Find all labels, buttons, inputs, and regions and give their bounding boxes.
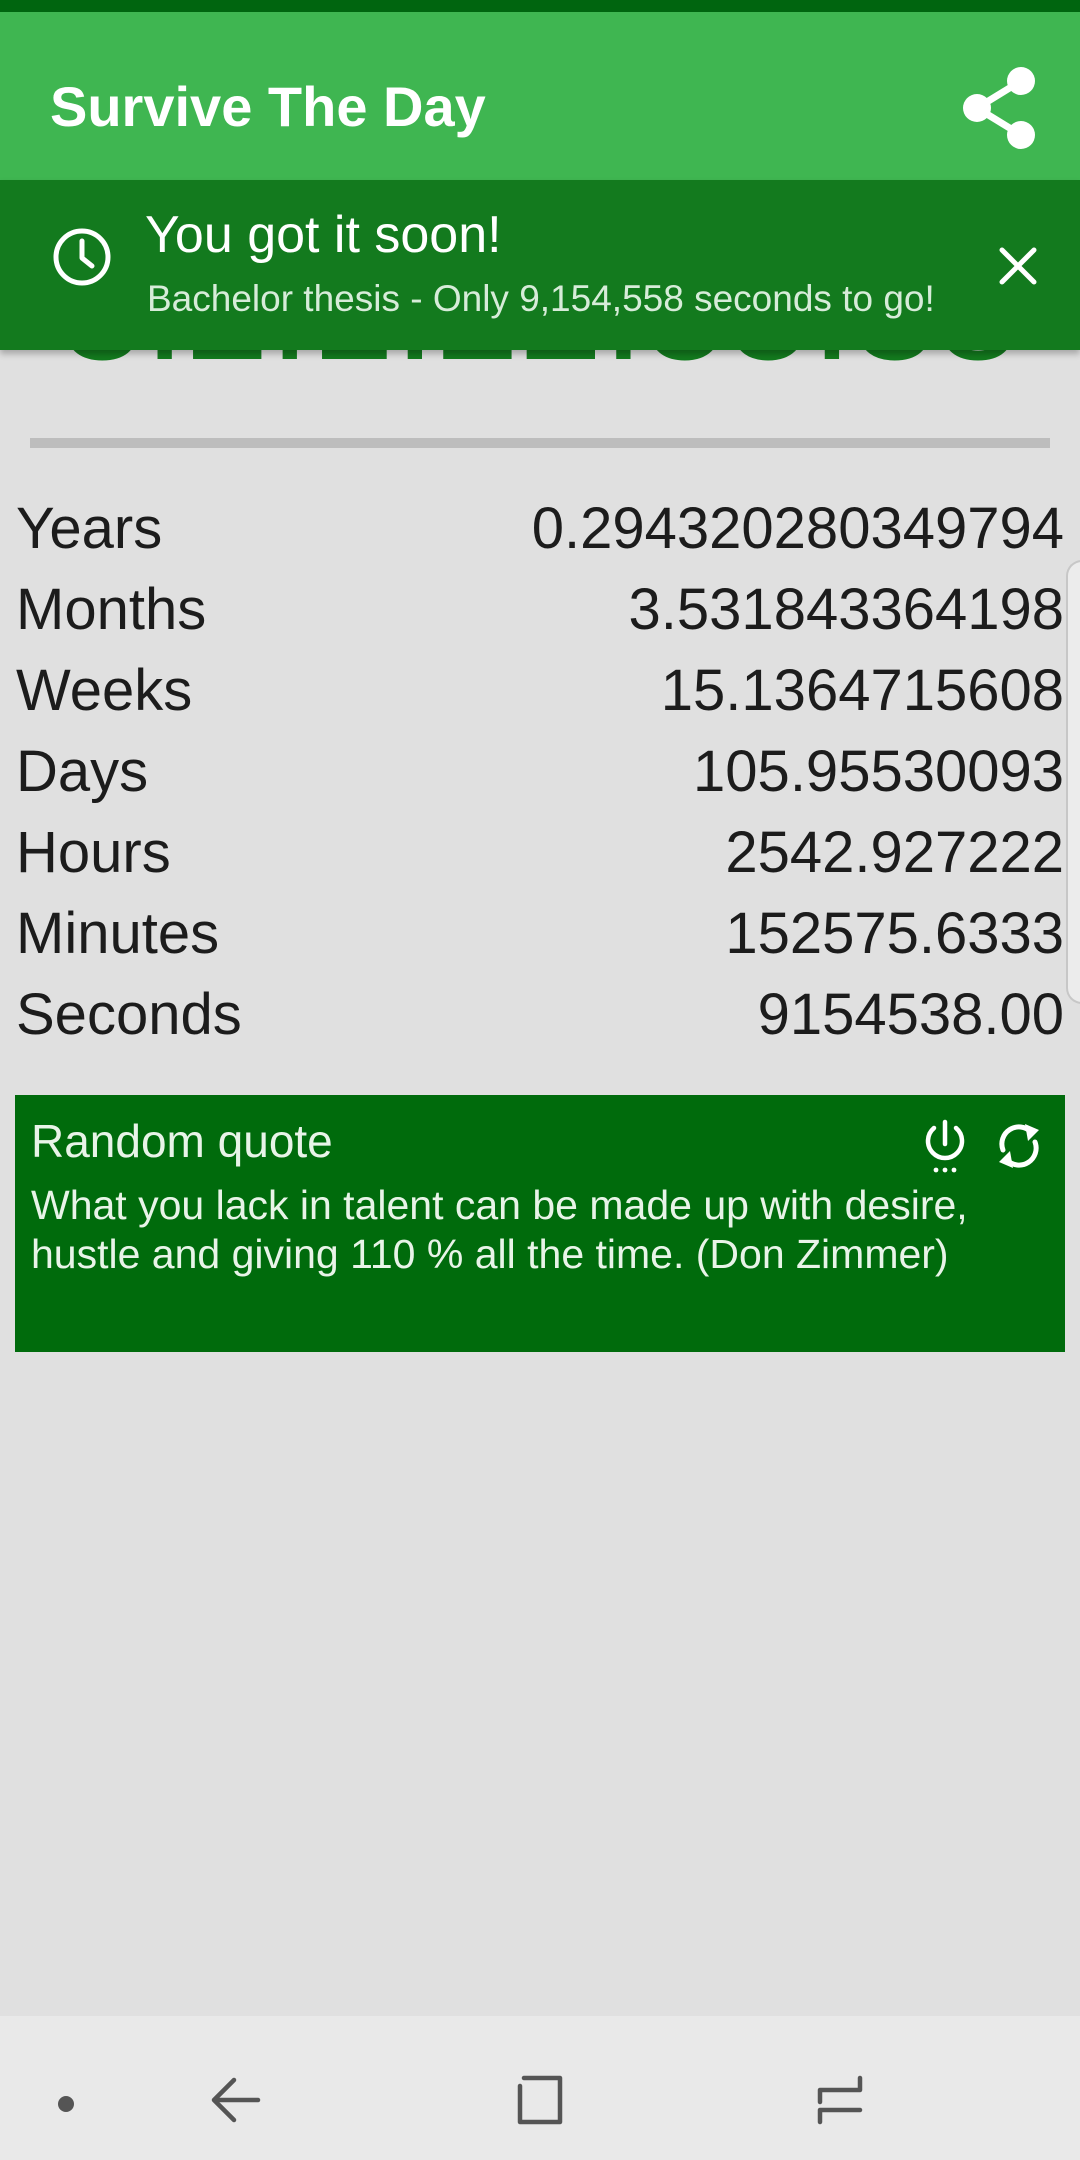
status-bar [0,0,1080,12]
quote-refresh-button[interactable] [989,1115,1049,1177]
back-icon [211,2077,261,2123]
stats-list: Years 0.294320280349794 Months 3.5318433… [16,488,1064,1055]
recents-button[interactable] [800,2060,880,2140]
refresh-icon [999,1124,1039,1168]
stat-label: Hours [16,820,171,885]
share-icon [963,67,1035,149]
stat-row-seconds: Seconds 9154538.00 [16,974,1064,1055]
recents-icon [817,2075,863,2125]
stat-row-minutes: Minutes 152575.6333 [16,893,1064,974]
quote-power-button[interactable] [915,1115,975,1177]
stat-row-months: Months 3.531843364198 [16,569,1064,650]
stat-value: 152575.6333 [725,901,1064,966]
app-title: Survive The Day [50,75,486,138]
divider [30,438,1050,448]
stat-label: Minutes [16,901,220,966]
notification-body: Bachelor thesis - Only 9,154,558 seconds… [147,278,935,319]
stat-label: Weeks [16,658,193,723]
stat-label: Years [16,496,163,561]
dot-icon[interactable] [58,2096,74,2112]
notification-title: You got it soon! [145,206,502,264]
quote-text: What you lack in talent can be made up w… [31,1182,968,1277]
stat-value: 15.1364715608 [660,658,1064,723]
stat-row-weeks: Weeks 15.1364715608 [16,650,1064,731]
stat-label: Days [16,739,149,804]
app-bar: Survive The Day [0,12,1080,180]
stat-value: 2542.927222 [725,820,1064,885]
home-button[interactable] [498,2060,578,2140]
quote-card: Random quote What you lack in talent can… [15,1095,1065,1352]
clock-icon [53,228,111,286]
stat-row-hours: Hours 2542.927222 [16,812,1064,893]
edge-panel-handle[interactable] [1066,560,1080,1004]
main-content: 3:2:1:22:55:38 Years 0.294320280349794 M… [0,180,1080,2016]
stat-label: Months [16,577,207,642]
notification-banner[interactable]: You got it soon! Bachelor thesis - Only … [0,180,1080,350]
quote-title: Random quote [31,1115,333,1167]
stat-value: 0.294320280349794 [531,496,1064,561]
stat-label: Seconds [16,982,242,1047]
share-button[interactable] [944,48,1054,168]
back-button[interactable] [196,2060,276,2140]
close-icon [999,247,1037,285]
stat-value: 3.531843364198 [628,577,1064,642]
stat-row-days: Days 105.95530093 [16,731,1064,812]
stat-value: 9154538.00 [757,982,1064,1047]
stat-value: 105.95530093 [693,739,1064,804]
power-icon [925,1119,965,1173]
navigation-bar [0,2016,1080,2160]
stat-row-years: Years 0.294320280349794 [16,488,1064,569]
notification-close-button[interactable] [990,238,1046,294]
home-icon [517,2075,563,2125]
